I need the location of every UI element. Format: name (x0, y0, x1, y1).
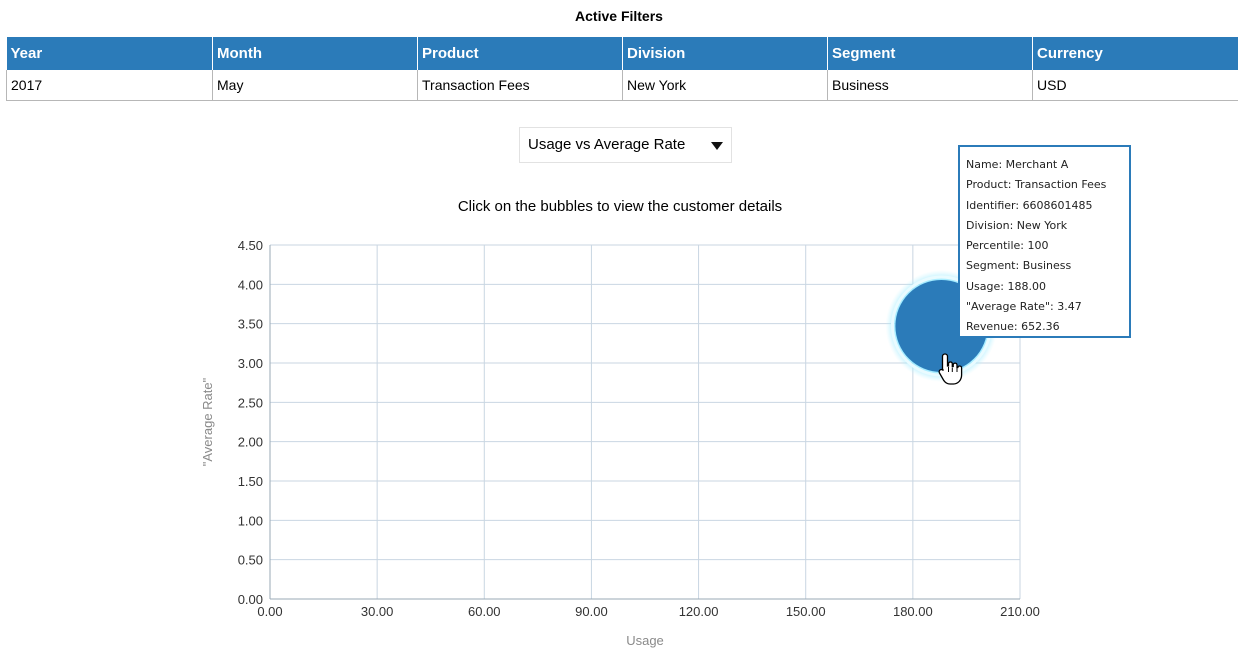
y-tick-label: 3.00 (238, 356, 263, 371)
tooltip-line: Segment: Business (966, 259, 1072, 273)
x-tick-label: 90.00 (575, 604, 608, 619)
y-axis-title: "Average Rate" (200, 377, 215, 466)
y-tick-label: 2.50 (238, 395, 263, 410)
y-tick-label: 4.00 (238, 277, 263, 292)
tooltip-line: Name: Merchant A (966, 158, 1069, 171)
x-tick-label: 30.00 (361, 604, 394, 619)
y-tick-label: 4.50 (238, 238, 263, 253)
x-tick-label: 120.00 (679, 604, 719, 619)
x-tick-label: 210.00 (1000, 604, 1040, 619)
y-tick-label: 1.50 (238, 474, 263, 489)
tooltip-line: Division: New York (966, 218, 1068, 232)
y-tick-label: 3.50 (238, 317, 263, 332)
y-tick-label: 2.00 (238, 435, 263, 450)
tooltip-line: Identifier: 6608601485 (966, 198, 1093, 212)
hand-cursor-icon (938, 353, 963, 385)
x-tick-label: 0.00 (257, 604, 282, 619)
x-tick-label: 180.00 (893, 604, 933, 619)
bubble-tooltip: Name: Merchant A Product: Transaction Fe… (958, 145, 1131, 338)
tooltip-line: Percentile: 100 (966, 239, 1049, 253)
y-tick-label: 0.50 (238, 553, 263, 568)
x-axis-title: Usage (626, 633, 664, 648)
x-tick-label: 60.00 (468, 604, 501, 619)
tooltip-line: Revenue: 652.36 (966, 320, 1060, 334)
tooltip-line: Product: Transaction Fees (966, 178, 1107, 192)
tooltip-line: Usage: 188.00 (966, 279, 1046, 293)
y-tick-label: 1.00 (238, 513, 263, 528)
tooltip-line: "Average Rate": 3.47 (966, 300, 1082, 314)
x-tick-label: 150.00 (786, 604, 826, 619)
